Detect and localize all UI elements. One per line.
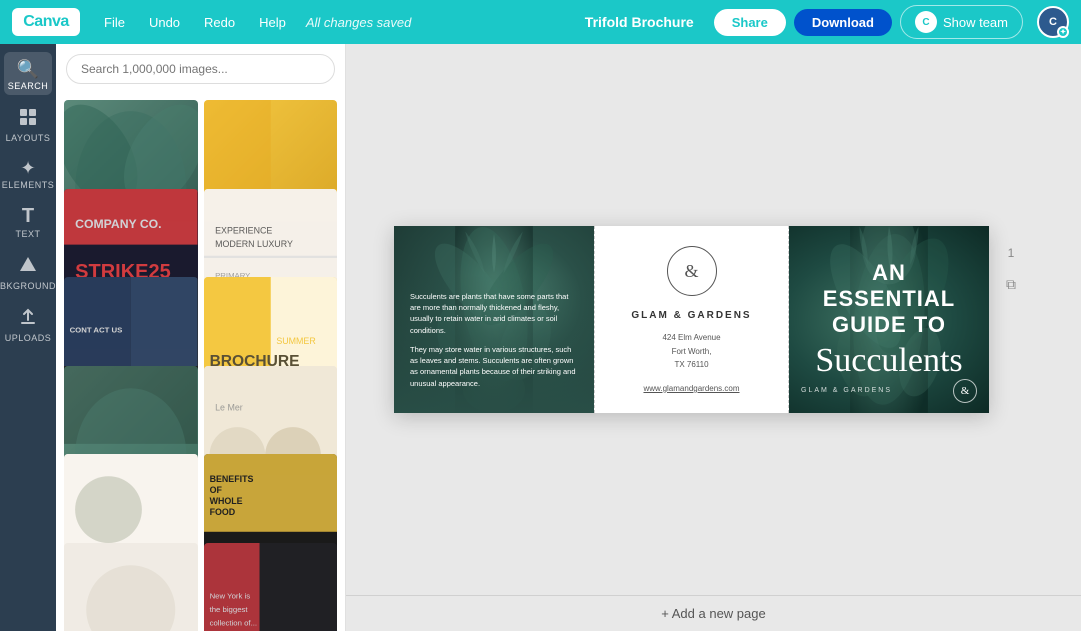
body-paragraph-1: Succulents are plants that have some par… [410,291,578,336]
add-page-bar[interactable]: + Add a new page [346,595,1081,631]
search-icon: 🔍 [17,60,39,78]
body-paragraph-2: They may store water in various structur… [410,344,578,389]
show-team-label: Show team [943,15,1008,30]
right-line1: AN [799,260,979,286]
page-sidebar: 1 ⧉ [989,226,1033,413]
svg-text:COMPANY CO.: COMPANY CO. [75,216,161,230]
svg-text:New York is: New York is [209,591,250,600]
add-page-label: + Add a new page [661,606,765,621]
svg-text:collection of...: collection of... [209,618,256,627]
layouts-icon [18,107,38,130]
template-panel: FREE BROCHURE FREE COMPANY CO. STRIKE25 [56,44,346,631]
canvas-scroll: Succulents are plants that have some par… [346,44,1081,595]
svg-text:CONT ACT US: CONT ACT US [70,326,123,335]
center-ampersand-circle: & [667,246,717,296]
sidebar-item-background[interactable]: BKGROUND [4,247,52,295]
address-line2: Fort Worth, [662,345,720,359]
user-badge: ✦ [1057,26,1069,38]
footer-ampersand-circle: & [953,379,977,403]
search-input[interactable] [66,54,335,84]
brochure-center-panel: & GLAM & GARDENS 424 Elm Avenue Fort Wor… [594,226,789,413]
left-sidebar: 🔍 SEARCH LAYOUTS ✦ ELEMENTS T TEXT [0,44,56,631]
user-initials: C [1049,16,1057,28]
doc-title: Trifold Brochure [585,14,694,30]
template-thumb-11[interactable]: Dear Zia [64,543,198,631]
template-thumb-12[interactable]: New York is the biggest collection of... [204,543,338,631]
footer-ampersand: & [961,385,970,397]
brochure-container[interactable]: Succulents are plants that have some par… [394,226,989,413]
canva-logo[interactable]: Canva [12,8,80,36]
address-line1: 424 Elm Avenue [662,331,720,345]
succulents-script: Succulents [799,342,979,380]
sidebar-item-search[interactable]: 🔍 SEARCH [4,52,52,95]
team-avatar: C [915,11,937,33]
svg-text:FOOD: FOOD [209,507,235,517]
brochure-left-panel: Succulents are plants that have some par… [394,226,594,413]
elements-icon: ✦ [20,159,35,177]
svg-text:WHOLE: WHOLE [209,496,242,506]
brochure-right-panel: AN ESSENTIAL GUIDE TO Succulents GLAM & … [789,226,989,413]
right-line3: GUIDE TO [799,312,979,338]
saved-status: All changes saved [306,15,412,30]
page-number: 1 [1008,246,1015,260]
help-button[interactable]: Help [251,11,294,34]
file-menu[interactable]: File [96,11,133,34]
svg-text:the biggest: the biggest [209,604,248,613]
website: www.glamandgardens.com [643,384,739,393]
canvas-area: Succulents are plants that have some par… [346,44,1081,631]
redo-button[interactable]: Redo [196,11,243,34]
share-button[interactable]: Share [714,9,786,36]
left-text-content: Succulents are plants that have some par… [394,275,594,413]
brand-name: GLAM & GARDENS [631,310,751,321]
main-layout: 🔍 SEARCH LAYOUTS ✦ ELEMENTS T TEXT [0,44,1081,631]
background-icon [18,255,38,278]
search-area [56,44,345,94]
duplicate-icon[interactable]: ⧉ [1006,276,1016,293]
uploads-icon [18,307,38,330]
svg-text:BENEFITS: BENEFITS [209,474,253,484]
sidebar-label-search: SEARCH [8,81,49,91]
download-button[interactable]: Download [794,9,892,36]
svg-text:SUMMER: SUMMER [276,336,315,346]
sidebar-label-text: TEXT [15,229,40,239]
address-block: 424 Elm Avenue Fort Worth, TX 76110 [662,331,720,372]
right-footer: GLAM & GARDENS & [789,379,989,403]
sidebar-item-text[interactable]: T TEXT [4,198,52,243]
sidebar-item-elements[interactable]: ✦ ELEMENTS [4,151,52,194]
sidebar-label-layouts: LAYOUTS [6,133,51,143]
user-avatar[interactable]: C ✦ [1037,6,1069,38]
show-team-button[interactable]: C Show team [900,5,1023,39]
address-line3: TX 76110 [662,358,720,372]
svg-text:OF: OF [209,485,222,495]
right-text-overlay: AN ESSENTIAL GUIDE TO Succulents [799,260,979,380]
svg-text:MODERN LUXURY: MODERN LUXURY [215,238,293,248]
right-line2: ESSENTIAL [799,286,979,312]
sidebar-label-elements: ELEMENTS [2,180,55,190]
undo-button[interactable]: Undo [141,11,188,34]
footer-brand: GLAM & GARDENS [801,387,892,394]
text-icon: T [22,206,34,226]
svg-text:EXPERIENCE: EXPERIENCE [215,225,272,235]
center-ampersand: & [684,261,698,282]
sidebar-label-uploads: UPLOADS [5,333,52,343]
topnav: Canva File Undo Redo Help All changes sa… [0,0,1081,44]
sidebar-item-layouts[interactable]: LAYOUTS [4,99,52,147]
sidebar-item-uploads[interactable]: UPLOADS [4,299,52,347]
template-grid: FREE BROCHURE FREE COMPANY CO. STRIKE25 [56,94,345,631]
svg-text:Le Mer: Le Mer [215,402,243,412]
sidebar-label-background: BKGROUND [0,281,56,291]
